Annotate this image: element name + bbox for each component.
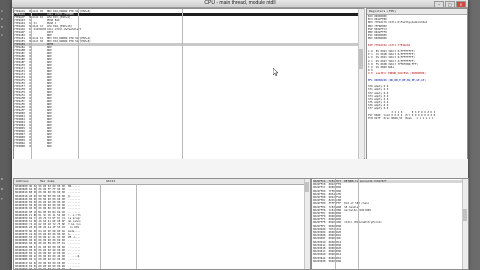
desktop-left-strip: C S Fi C R B T: [0, 0, 12, 270]
column-divider[interactable]: [36, 184, 37, 269]
stack-pane[interactable]: 0022FFC4 7C817077 RETURN to kernel32.7C8…: [311, 178, 469, 270]
column-divider[interactable]: [31, 9, 32, 159]
maximize-button[interactable]: □: [445, 1, 455, 8]
horizontal-splitter[interactable]: [12, 159, 468, 177]
desktop-strip-label: S: [1, 17, 3, 21]
dump-col-address[interactable]: Address: [14, 179, 38, 184]
desktop-strip-label: C: [1, 33, 4, 37]
column-divider[interactable]: [100, 184, 101, 269]
column-divider[interactable]: [78, 9, 79, 159]
window-title: CPU - main thread, module ntdll: [204, 0, 276, 6]
register-text: EIP 77E2AC6A ntdll.77E2AC6A: [368, 43, 411, 47]
desktop-strip-label: R: [1, 177, 4, 181]
desktop-right-strip: [468, 0, 480, 270]
dump-col-hex[interactable]: Hex dump: [38, 179, 104, 184]
registers-pane[interactable]: Registers (FPU) EAX 00000000 ECX 0022FFB0…: [366, 8, 468, 160]
register-row[interactable]: FCW 027F Prec NEAR,53 Mask 1 1 1 1 1 1: [368, 117, 467, 120]
dump-scrollbar[interactable]: [304, 179, 310, 269]
register-text: O 0 LastErr ERROR_SUCCESS (00000000): [368, 72, 426, 76]
window-titlebar[interactable]: CPU - main thread, module ntdll – □ ×: [12, 0, 468, 8]
register-text: EFL 00000246 (NO,NB,E,BE,NS,PE,GE,LE): [368, 78, 426, 82]
desktop-strip-label: B: [1, 187, 4, 191]
desktop-strip-label: [1, 46, 10, 49]
splitter[interactable]: [364, 8, 365, 158]
column-divider[interactable]: [182, 9, 183, 159]
register-text: EDI 00000000: [368, 37, 387, 41]
minimize-button[interactable]: –: [434, 1, 444, 8]
disasm-address: 77E2B0B: [14, 145, 25, 148]
stack-row[interactable]: 00230028 00000006: [313, 260, 468, 263]
dump-col-ascii[interactable]: ASCII: [104, 179, 115, 184]
column-divider[interactable]: [358, 179, 359, 269]
register-text: FCW 027F Prec NEAR,53 Mask 1 1 1 1 1 1: [368, 117, 434, 120]
hex-dump-pane[interactable]: Address Hex dump ASCII 00400000 4D 5A 90 0…: [13, 178, 311, 270]
disasm-row[interactable]: 77E2B0B90NOP: [14, 145, 358, 148]
desktop-strip-label: Fi: [1, 25, 4, 29]
column-divider[interactable]: [335, 179, 336, 269]
column-divider[interactable]: [136, 184, 137, 269]
desktop-strip-label: C: [1, 9, 4, 13]
disassembly-pane[interactable]: 77E2AC6 8B4424 08 MOV EAX,DWORD PTR SS:[ES…: [13, 8, 365, 160]
close-button[interactable]: ×: [456, 1, 466, 8]
cpu-window: CPU - main thread, module ntdll – □ × 77…: [12, 0, 469, 270]
desktop-strip-label: T: [1, 197, 3, 201]
registers-header-label: Registers (FPU): [369, 9, 397, 13]
stack-scrollbar[interactable]: [462, 179, 468, 269]
disasm-instruction: NOP: [47, 145, 52, 148]
